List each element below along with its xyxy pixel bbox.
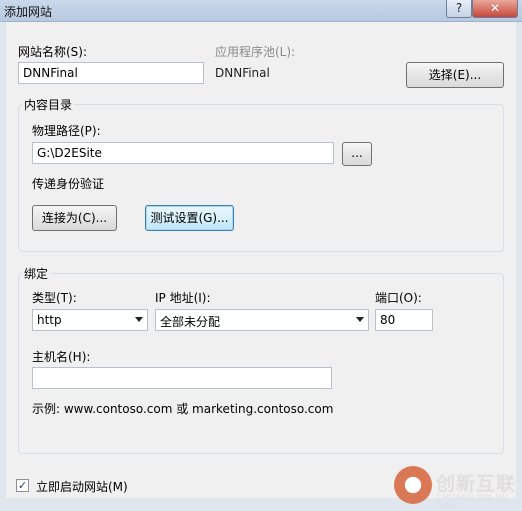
logo-icon <box>394 466 432 504</box>
app-pool-value: DNNFinal <box>215 66 270 80</box>
chevron-down-icon <box>135 317 143 322</box>
type-select[interactable]: http <box>32 309 148 331</box>
select-app-pool-button[interactable]: 选择(E)... <box>406 62 504 88</box>
host-name-input[interactable] <box>32 367 332 389</box>
binding-group <box>18 273 504 454</box>
dialog-body: 网站名称(S): DNNFinal 应用程序池(L): DNNFinal 选择(… <box>6 22 516 511</box>
site-name-label: 网站名称(S): <box>18 45 88 59</box>
app-pool-label: 应用程序池(L): <box>215 45 296 59</box>
window-title: 添加网站 <box>4 5 53 19</box>
type-label: 类型(T): <box>32 291 77 305</box>
physical-path-label: 物理路径(P): <box>32 124 101 138</box>
binding-title: 绑定 <box>22 265 51 282</box>
ip-address-label: IP 地址(I): <box>155 291 211 305</box>
browse-button[interactable]: ... <box>342 142 372 166</box>
test-settings-button[interactable]: 测试设置(G)... <box>145 205 234 231</box>
help-button[interactable]: ? <box>446 0 472 18</box>
chevron-down-icon <box>356 317 364 322</box>
site-name-input[interactable]: DNNFinal <box>18 62 204 84</box>
ip-address-select-value: 全部未分配 <box>160 315 221 329</box>
start-immediately-checkbox[interactable]: ✓ <box>16 479 29 492</box>
close-button[interactable]: ✕ <box>472 0 518 18</box>
watermark-text-en: CHUANG XIN HU LIAN <box>436 493 509 511</box>
ip-address-select[interactable]: 全部未分配 <box>155 309 369 331</box>
start-immediately-label: 立即启动网站(M) <box>36 480 128 494</box>
physical-path-input[interactable]: G:\D2ESite <box>32 142 334 164</box>
host-name-example: 示例: www.contoso.com 或 marketing.contoso.… <box>32 402 334 416</box>
host-name-label: 主机名(H): <box>32 350 91 364</box>
port-input[interactable]: 80 <box>375 309 433 331</box>
content-directory-title: 内容目录 <box>22 96 75 113</box>
pass-through-auth-label: 传递身份验证 <box>32 177 105 191</box>
port-label: 端口(O): <box>375 291 422 305</box>
connect-as-button[interactable]: 连接为(C)... <box>32 205 117 231</box>
watermark-text-cn: 创新互联 <box>436 473 517 495</box>
title-bar: 添加网站 ? ✕ <box>0 0 522 22</box>
type-select-value: http <box>37 313 62 327</box>
watermark-logo: 创新互联 CHUANG XIN HU LIAN <box>394 464 520 511</box>
